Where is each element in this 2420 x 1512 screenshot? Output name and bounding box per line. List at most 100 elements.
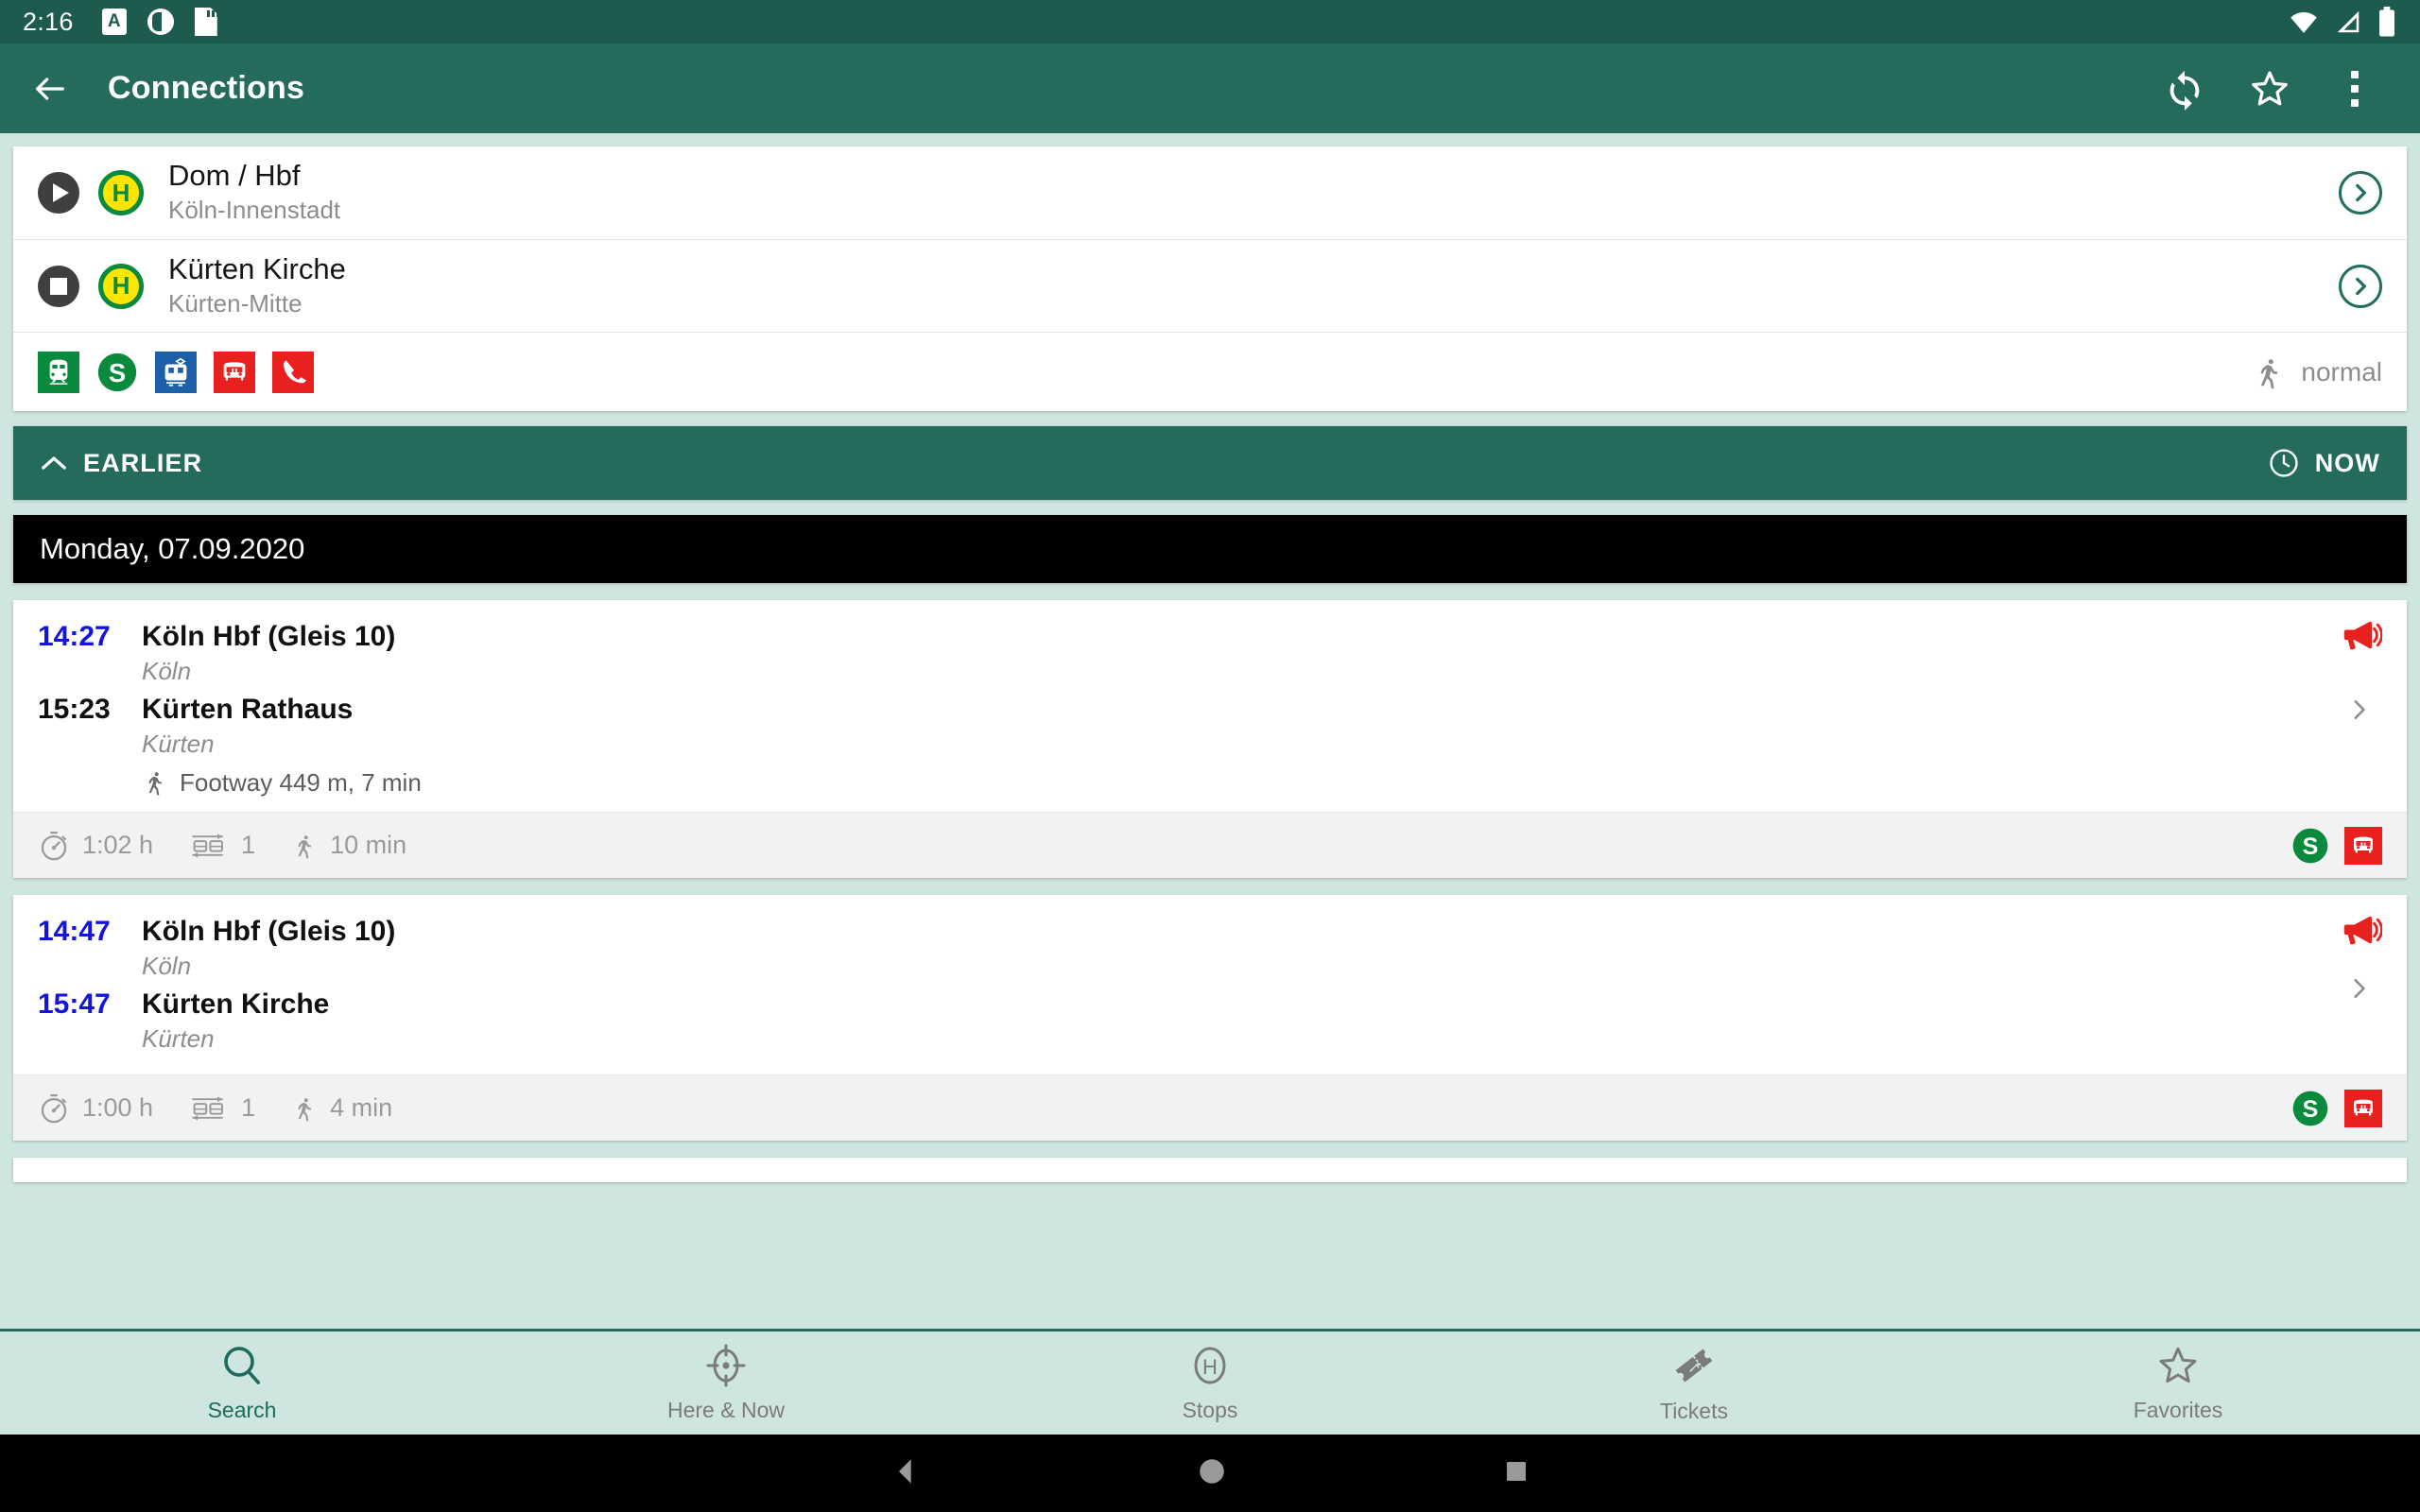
back-triangle-icon[interactable]: [890, 1455, 922, 1492]
changes-value: 1: [241, 831, 256, 859]
chevron-right-icon: [2356, 277, 2366, 295]
stop-h-icon: H: [1194, 1347, 1226, 1384]
walk-time-value: 4 min: [330, 1093, 393, 1122]
now-button[interactable]: NOW: [2268, 447, 2380, 479]
arrival-leg: 15:47 Kürten Kirche Kürten: [38, 988, 2335, 1054]
arrival-stop-name: Kürten Kirche: [142, 988, 330, 1020]
nav-item-search[interactable]: Search: [0, 1343, 484, 1423]
bus-icon: [2344, 1089, 2382, 1127]
nav-item-favorites[interactable]: Favorites: [1936, 1343, 2420, 1423]
nav-label-here-and-now: Here & Now: [667, 1398, 785, 1422]
departure-city: Köln: [142, 656, 192, 685]
walking-icon: [298, 1097, 312, 1121]
recents-square-icon[interactable]: [1502, 1457, 1530, 1490]
stopwatch-icon: [41, 1093, 67, 1123]
status-bar-clock: 2:16: [23, 7, 74, 36]
app-bar-actions: [2163, 67, 2377, 111]
call-bus-icon[interactable]: [272, 351, 314, 393]
origin-detail-button[interactable]: [2339, 171, 2382, 215]
destination-marker: [38, 265, 79, 307]
train-icon[interactable]: [38, 351, 79, 393]
wifi-icon: [2290, 12, 2317, 33]
origin-subtitle: Köln-Innenstadt: [168, 196, 341, 225]
nav-label-favorites: Favorites: [2133, 1398, 2223, 1422]
s-bahn-icon[interactable]: S: [96, 352, 138, 393]
s-bahn-icon: S: [2291, 1090, 2329, 1127]
transport-mode-filters: S: [38, 351, 314, 393]
arrival-place: Kürten Kirche Kürten: [142, 988, 329, 1054]
destination-row[interactable]: H Kürten Kirche Kürten-Mitte: [13, 239, 2407, 332]
kebab-icon: [2351, 70, 2359, 107]
nav-label-stops: Stops: [1182, 1398, 1238, 1422]
duration-item: 1:02 h: [38, 830, 153, 862]
page-title: Connections: [108, 70, 305, 106]
chevron-right-icon: [2354, 700, 2365, 719]
now-label: NOW: [2314, 448, 2380, 477]
changes-item: 1: [189, 1092, 255, 1125]
date-label: Monday, 07.09.2020: [40, 532, 305, 565]
service-alert-icon[interactable]: [2339, 908, 2384, 956]
app-bar: Connections: [0, 43, 2420, 133]
chevron-right-icon: [2354, 979, 2365, 998]
destination-subtitle: Kürten-Mitte: [168, 288, 302, 318]
changes-value: 1: [241, 1093, 256, 1122]
arrival-city: Kürten: [142, 729, 215, 758]
departure-place: Köln Hbf (Gleis 10) Köln: [142, 916, 395, 981]
connection-item[interactable]: 14:47 Köln Hbf (Gleis 10) Köln 15:47 Kür…: [13, 895, 2407, 1141]
walking-icon: [2260, 358, 2278, 388]
home-circle-icon[interactable]: [1196, 1455, 1228, 1492]
stopwatch-icon: [41, 831, 67, 860]
departure-stop-name: Köln Hbf (Gleis 10): [142, 916, 396, 947]
query-card: H Dom / Hbf Köln-Innenstadt H Kürten Kir…: [13, 146, 2407, 411]
nav-item-tickets[interactable]: Tickets: [1452, 1342, 1936, 1424]
favorite-button[interactable]: [2248, 67, 2291, 111]
duration-item: 1:00 h: [38, 1092, 153, 1125]
time-navigation-bar: EARLIER NOW: [13, 426, 2407, 500]
nav-label-tickets: Tickets: [1660, 1399, 1728, 1423]
destination-detail-button[interactable]: [2339, 264, 2382, 308]
arrival-leg: 15:23 Kürten Rathaus Kürten: [38, 694, 2335, 759]
earlier-button[interactable]: EARLIER: [40, 449, 202, 478]
walk-time-value: 10 min: [330, 831, 407, 859]
svg-text:H: H: [1202, 1355, 1218, 1379]
search-icon: [224, 1347, 260, 1384]
transport-modes-row: S normal: [13, 332, 2407, 411]
star-outline-icon: [2252, 71, 2288, 106]
walk-speed-indicator[interactable]: normal: [2252, 352, 2382, 392]
tram-icon[interactable]: [155, 351, 197, 393]
status-bar-notification-icons: A: [101, 8, 217, 36]
refresh-button[interactable]: [2163, 67, 2206, 111]
overflow-menu-button[interactable]: [2333, 67, 2377, 111]
bus-icon[interactable]: [214, 351, 255, 393]
connection-modes: S: [2291, 826, 2382, 865]
svg-text:S: S: [109, 358, 126, 387]
clock-icon: [2270, 449, 2298, 477]
s-bahn-icon: S: [2291, 827, 2329, 865]
arrival-city: Kürten: [142, 1023, 215, 1053]
service-alert-icon[interactable]: [2339, 613, 2384, 662]
changes-item: 1: [189, 830, 255, 862]
origin-row[interactable]: H Dom / Hbf Köln-Innenstadt: [13, 146, 2407, 239]
duration-value: 1:02 h: [82, 831, 154, 859]
departure-time: 14:27: [38, 621, 111, 652]
departure-city: Köln: [142, 951, 192, 980]
connection-item[interactable]: 14:27 Köln Hbf (Gleis 10) Köln 15:23 Kür…: [13, 600, 2407, 878]
sd-card-icon: [194, 8, 217, 36]
footway-row: Footway 449 m, 7 min: [142, 766, 2335, 799]
crosshair-icon: [706, 1344, 746, 1387]
departure-leg: 14:47 Köln Hbf (Gleis 10) Köln: [38, 916, 2335, 981]
nav-item-stops[interactable]: H Stops: [968, 1343, 1452, 1423]
footway-text: Footway 449 m, 7 min: [180, 767, 422, 797]
departure-time: 14:47: [38, 916, 111, 947]
origin-stop-badge-icon: H: [98, 170, 144, 215]
alarm-a-icon: A: [101, 9, 127, 35]
back-button[interactable]: [28, 67, 72, 111]
android-navigation-bar: [0, 1435, 2420, 1512]
nav-item-here-and-now[interactable]: Here & Now: [484, 1343, 968, 1423]
arrival-place: Kürten Rathaus Kürten: [142, 694, 353, 759]
connection-summary: 1:00 h 1 4 min S: [13, 1074, 2407, 1141]
departure-stop-name: Köln Hbf (Gleis 10): [142, 621, 396, 652]
connection-item-partial[interactable]: [13, 1158, 2407, 1182]
arrival-time: 15:47: [38, 988, 111, 1020]
battery-icon: [2379, 7, 2394, 37]
